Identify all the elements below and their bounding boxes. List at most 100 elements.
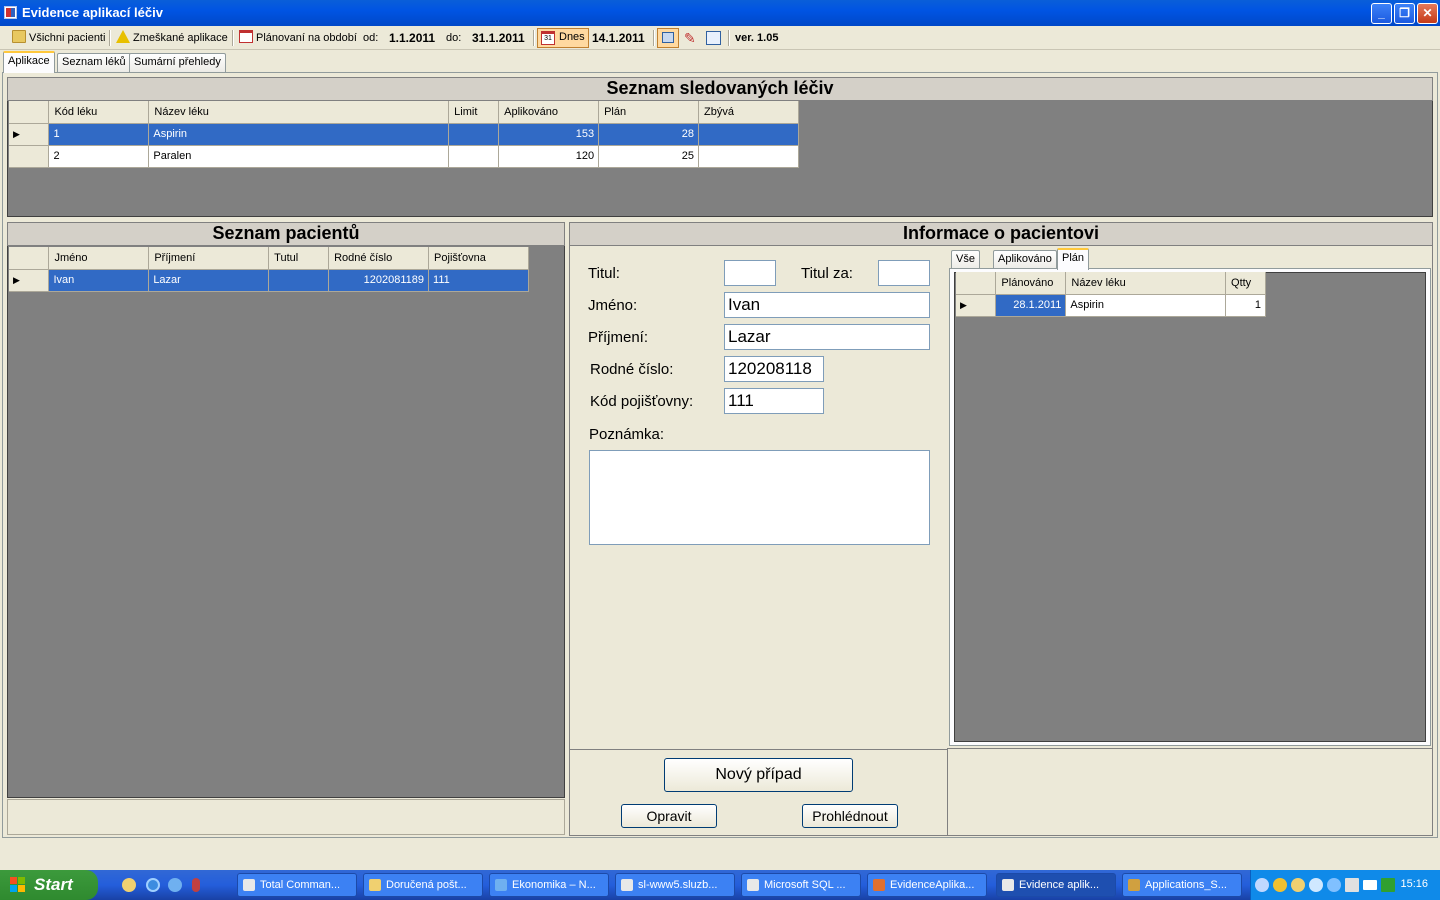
birth-number-field[interactable]: 120208118: [724, 356, 824, 382]
row-header-corner: [956, 272, 997, 295]
ie-icon[interactable]: [146, 878, 160, 892]
close-button[interactable]: ✕: [1417, 3, 1438, 24]
col-rodne-cislo[interactable]: Rodné číslo: [328, 247, 430, 270]
pin-icon[interactable]: ✎: [684, 30, 700, 46]
drugs-grid[interactable]: Kód léku Název léku Limit Aplikováno Plá…: [9, 101, 799, 168]
table-row[interactable]: ▶ Ivan Lazar 1202081189 111: [9, 269, 529, 292]
minimize-button[interactable]: _: [1371, 3, 1392, 24]
patients-heading: Seznam pacientů: [7, 222, 565, 246]
task-evidenceaplika[interactable]: EvidenceAplika...: [867, 873, 987, 897]
subtab-vse[interactable]: Vše: [951, 250, 980, 269]
task-evidence-aplikaci[interactable]: Evidence aplik...: [996, 873, 1116, 897]
network-icon[interactable]: [1327, 878, 1341, 892]
search-icon[interactable]: [1309, 878, 1323, 892]
toolbar-separator: [728, 30, 730, 46]
shield-icon[interactable]: [1273, 878, 1287, 892]
from-label: od:: [363, 32, 379, 44]
titul-za-field[interactable]: [878, 260, 930, 286]
insurer-code-field[interactable]: 111: [724, 388, 824, 414]
table-row[interactable]: ▶ 1 Aspirin 153 28: [9, 123, 799, 146]
task-applications[interactable]: Applications_S...: [1122, 873, 1242, 897]
title-bar[interactable]: Evidence aplikací léčiv _ ❐ ✕: [0, 0, 1440, 26]
outlook-icon[interactable]: [122, 878, 136, 892]
col-kod-leku[interactable]: Kód léku: [48, 101, 150, 124]
status-icon[interactable]: [1381, 878, 1395, 892]
table-row[interactable]: 2 Paralen 120 25: [9, 145, 799, 168]
col-plan[interactable]: Plán: [598, 101, 699, 124]
folder-icon: [12, 30, 26, 43]
today-date: 14.1.2011: [592, 31, 645, 45]
missed-applications-button[interactable]: Zmeškané aplikace: [116, 30, 228, 46]
calendar-icon: 31: [541, 31, 555, 45]
plan-panel: [954, 272, 1426, 742]
task-icon: [1002, 879, 1014, 891]
to-date[interactable]: 31.1.2011: [472, 30, 525, 46]
task-inbox[interactable]: Doručená pošt...: [363, 873, 483, 897]
from-date[interactable]: 1.1.2011: [389, 30, 435, 46]
task-icon: [873, 879, 885, 891]
all-patients-button[interactable]: Všichni pacienti: [12, 30, 105, 46]
task-sql[interactable]: Microsoft SQL ...: [741, 873, 861, 897]
maximize-button[interactable]: ❐: [1394, 3, 1415, 24]
task-sl-www5[interactable]: sl-www5.sluzb...: [615, 873, 735, 897]
patients-panel: [7, 222, 565, 798]
edit-button[interactable]: Opravit: [621, 804, 717, 828]
titul-field[interactable]: [724, 260, 776, 286]
label-kod-pojistovny: Kód pojišťovny:: [590, 393, 694, 410]
calendar-icon: [239, 30, 253, 43]
plan-grid[interactable]: Plánováno Název léku Qtty ▶ 28.1.2011 As…: [956, 272, 1266, 317]
app-quicklaunch-icon[interactable]: [192, 878, 200, 892]
row-selector-icon[interactable]: ▶: [9, 269, 50, 292]
tray-arrow-icon[interactable]: [1255, 878, 1269, 892]
app-icon: [4, 6, 17, 19]
planning-button[interactable]: Plánovaní na období: [239, 30, 357, 46]
col-nazev-leku[interactable]: Název léku: [148, 101, 450, 124]
envelope-icon[interactable]: [1363, 880, 1377, 890]
subtab-aplikovano[interactable]: Aplikováno: [993, 250, 1057, 269]
col-planovano[interactable]: Plánováno: [995, 272, 1067, 295]
col-titul[interactable]: Tutul: [268, 247, 330, 270]
status-bar: [0, 840, 1440, 870]
today-button[interactable]: 31 Dnes: [537, 28, 589, 48]
view-button[interactable]: Prohlédnout: [802, 804, 898, 828]
info-heading: Informace o pacientovi: [569, 222, 1433, 246]
task-icon: [243, 879, 255, 891]
col-nazev-leku[interactable]: Název léku: [1065, 272, 1227, 295]
row-header-corner: [9, 247, 50, 270]
toolbar-separator: [232, 30, 234, 46]
col-limit[interactable]: Limit: [448, 101, 500, 124]
col-pojistovna[interactable]: Pojišťovna: [428, 247, 529, 270]
task-icon: [747, 879, 759, 891]
start-button[interactable]: Start: [0, 870, 98, 900]
col-zbyva[interactable]: Zbývá: [698, 101, 799, 124]
window-view-button[interactable]: [657, 28, 679, 48]
label-prijmeni: Příjmení:: [588, 329, 649, 346]
table-row[interactable]: ▶ 28.1.2011 Aspirin 1: [956, 294, 1266, 317]
note-textarea[interactable]: [589, 450, 930, 545]
label-titul-za: Titul za:: [801, 265, 853, 282]
tab-aplikace[interactable]: Aplikace: [3, 51, 55, 73]
grid-icon[interactable]: [1345, 878, 1359, 892]
table-icon[interactable]: [706, 31, 721, 45]
last-name-field[interactable]: Lazar: [724, 324, 930, 350]
tab-seznam-leku[interactable]: Seznam léků: [57, 53, 131, 72]
windows-icon: [662, 32, 674, 43]
row-selector-icon[interactable]: ▶: [9, 123, 50, 146]
task-total-commander[interactable]: Total Comman...: [237, 873, 357, 897]
first-name-field[interactable]: Ivan: [724, 292, 930, 318]
windows-logo-icon: [10, 877, 26, 893]
new-case-button[interactable]: Nový případ: [664, 758, 853, 792]
row-selector-icon[interactable]: ▶: [956, 294, 997, 317]
task-ekonomika[interactable]: Ekonomika – N...: [489, 873, 609, 897]
subtab-plan[interactable]: Plán: [1057, 248, 1090, 270]
col-qtty[interactable]: Qtty: [1225, 272, 1266, 295]
mail-icon[interactable]: [1291, 878, 1305, 892]
col-prijmeni[interactable]: Příjmení: [148, 247, 270, 270]
browser-icon[interactable]: [168, 878, 182, 892]
window-title: Evidence aplikací léčiv: [22, 5, 163, 20]
tab-sumarni-prehledy[interactable]: Sumární přehledy: [129, 53, 226, 72]
patients-grid[interactable]: Jméno Příjmení Tutul Rodné číslo Pojišťo…: [9, 247, 529, 292]
col-jmeno[interactable]: Jméno: [48, 247, 150, 270]
task-icon: [1128, 879, 1140, 891]
col-aplikovano[interactable]: Aplikováno: [498, 101, 600, 124]
